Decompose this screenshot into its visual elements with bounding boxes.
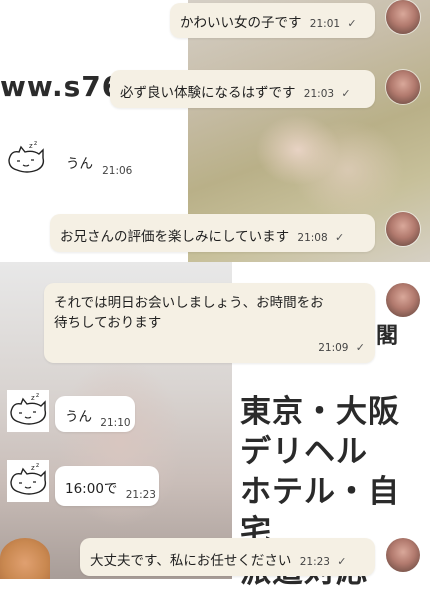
svg-text:z: z (29, 142, 33, 150)
read-check-icon: ✓ (334, 231, 345, 244)
message-text: うん (66, 156, 93, 172)
message-text: かわいい女の子です (180, 15, 302, 31)
self-avatar[interactable] (386, 538, 420, 572)
contact-avatar[interactable]: z z (7, 390, 49, 432)
message-bubble-incoming[interactable]: 16:00で 21:23 (55, 466, 159, 506)
read-check-icon: ✓ (341, 87, 351, 100)
read-check-icon: ✓ (347, 17, 357, 30)
message-time: 21:23 (125, 489, 156, 501)
message-time: 21:08 (297, 232, 328, 244)
cat-avatar-icon: z z (10, 462, 47, 495)
svg-text:z: z (31, 464, 35, 472)
message-time: 21:01 (309, 18, 341, 30)
message-text: 16:00で (65, 481, 118, 497)
message-text: 必ず良い体験になるはずです (120, 85, 296, 101)
self-avatar[interactable] (386, 212, 420, 246)
read-check-icon: ✓ (337, 555, 347, 568)
message-text-line: 待ちしております (54, 315, 162, 331)
bear-sticker-icon (0, 538, 50, 579)
message-text-line: それでは明日お会いしましょう、お時間をお (54, 295, 324, 311)
promo-line: 東京・大阪 (240, 394, 400, 430)
message-bubble-outgoing[interactable]: 大丈夫です、私にお任せください 21:23 ✓ (80, 538, 375, 576)
cat-avatar-icon: z z (8, 140, 45, 173)
read-check-icon: ✓ (355, 341, 365, 354)
message-time: 21:10 (100, 417, 131, 429)
message-bubble-incoming[interactable]: うん 21:10 (55, 396, 135, 432)
message-bubble-outgoing[interactable]: お兄さんの評価を楽しみにしています 21:08 ✓ (50, 214, 375, 252)
svg-text:z: z (36, 392, 39, 399)
svg-text:z: z (34, 140, 37, 147)
self-avatar[interactable] (386, 283, 420, 317)
message-bubble-outgoing[interactable]: それでは明日お会いしましょう、お時間をお 待ちしております 21:09 ✓ (44, 283, 375, 363)
message-time: 21:03 (303, 88, 335, 100)
message-time: 21:09 (318, 342, 349, 354)
message-bubble-outgoing[interactable]: かわいい女の子です 21:01 ✓ (170, 3, 375, 38)
message-time: 21:23 (299, 556, 330, 568)
message-text: 大丈夫です、私にお任せください (90, 553, 292, 569)
svg-text:z: z (31, 394, 35, 402)
self-avatar[interactable] (386, 0, 420, 34)
message-text: うん (65, 409, 92, 425)
message-bubble-outgoing[interactable]: 必ず良い体験になるはずです 21:03 ✓ (110, 70, 375, 108)
self-avatar[interactable] (386, 70, 420, 104)
cat-avatar-icon: z z (10, 392, 47, 425)
contact-avatar[interactable]: z z (5, 138, 47, 180)
promo-fragment: 閣 (376, 324, 399, 349)
message-incoming[interactable]: うん 21:06 (66, 152, 132, 177)
promo-line: デリヘル (240, 434, 368, 470)
message-time: 21:06 (102, 165, 133, 177)
contact-avatar[interactable]: z z (7, 460, 49, 502)
svg-text:z: z (36, 462, 39, 469)
message-text: お兄さんの評価を楽しみにしています (60, 229, 290, 245)
